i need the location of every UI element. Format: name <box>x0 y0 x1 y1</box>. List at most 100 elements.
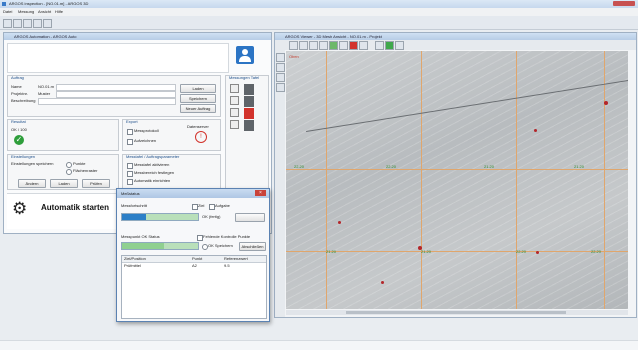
side-tool-3-icon[interactable] <box>276 73 285 82</box>
user-icon[interactable] <box>236 46 254 64</box>
menu-bar: Datei Messung Ansicht Hilfe <box>0 8 638 16</box>
menu-item-datei[interactable]: Datei <box>3 9 12 14</box>
color-tool-icon[interactable] <box>349 41 358 50</box>
pan-tool-icon[interactable] <box>319 41 328 50</box>
grid-tool-icon[interactable] <box>339 41 348 50</box>
laden-button[interactable]: Laden <box>180 84 216 93</box>
messtafel-item-3: Automatik einrichten <box>134 178 171 183</box>
defect-marker <box>381 281 384 284</box>
table-header: Ziel/Position Punkt Referenzwert <box>122 256 266 263</box>
save-icon[interactable] <box>23 19 32 28</box>
menu-item-messung[interactable]: Messung <box>18 9 34 14</box>
table-cell: 9.5 <box>224 263 230 268</box>
aufzeichnen-label: Aufzeichnen <box>134 138 157 143</box>
app-title-bar: ARGOS inspection - [NO.01.m] - ARGOS 3D <box>0 0 638 8</box>
export-tool-icon[interactable] <box>359 41 368 50</box>
projektnr-field[interactable] <box>56 91 176 98</box>
defect-marker <box>338 221 341 224</box>
menu-item-hilfe[interactable]: Hilfe <box>55 9 63 14</box>
table-header-cell: Referenzwert <box>224 256 248 261</box>
laden-settings-button[interactable]: Laden <box>50 179 78 188</box>
scrollbar-thumb[interactable] <box>346 311 566 314</box>
side-control-1[interactable] <box>230 84 239 93</box>
measure-label-3: 21.20 <box>484 164 495 169</box>
grid-line-v3 <box>516 51 517 309</box>
name-field[interactable] <box>56 84 176 91</box>
progress-bar <box>121 213 199 221</box>
beschreibung-field[interactable] <box>38 98 176 105</box>
punkte-label: Punkte <box>73 161 86 166</box>
ok-fertig-button[interactable] <box>235 213 265 222</box>
print-icon[interactable] <box>33 19 42 28</box>
side-control-3[interactable] <box>230 108 239 117</box>
table-cell: Prüfmittel <box>124 263 141 268</box>
side-tool-1-icon[interactable] <box>276 53 285 62</box>
pruefen-button[interactable]: Prüfen <box>82 179 110 188</box>
projektnr-value: Muster <box>38 91 51 96</box>
abschliessen-button[interactable]: Abschließen <box>239 242 266 251</box>
viewer-scrollbar[interactable] <box>286 310 628 315</box>
zoom-tool-icon[interactable] <box>309 41 318 50</box>
side-red-button[interactable] <box>244 108 254 119</box>
view-tool-icon[interactable] <box>375 41 384 50</box>
messtafel-group: Messtafel / Auftragsparameter Messtafel … <box>122 154 221 190</box>
mesh-texture <box>286 51 628 309</box>
table-cell: A2 <box>192 263 197 268</box>
start-automatik-button[interactable]: Automatik starten <box>41 203 109 212</box>
viewer-toolbar <box>275 40 636 50</box>
new-icon[interactable] <box>3 19 12 28</box>
measure-label-8: 22.20 <box>591 249 602 254</box>
viewer-title: ARGOS Viewer - 3D Mesh Ansicht - NO.01.m… <box>275 33 636 40</box>
dialog-title-bar: Meßstatus × <box>117 189 269 198</box>
viewer-window: ARGOS Viewer - 3D Mesh Ansicht - NO.01.m… <box>274 32 637 318</box>
aufzeichnen-checkbox[interactable] <box>127 139 133 145</box>
open-icon[interactable] <box>13 19 22 28</box>
messtafel-checkbox-2[interactable] <box>127 171 133 177</box>
side-gray-button-1[interactable] <box>244 84 254 95</box>
rotate-tool-icon[interactable] <box>299 41 308 50</box>
gear-icon[interactable]: ⚙ <box>12 200 27 218</box>
help-icon[interactable] <box>43 19 52 28</box>
ok-speichern-label: OK Speichern <box>208 243 233 248</box>
messprotokoll-label: Messprotokoll <box>134 128 159 133</box>
measure-label-7: 22.20 <box>516 249 527 254</box>
measure-label-2: 22.20 <box>386 164 397 169</box>
window-controls[interactable] <box>613 1 635 6</box>
side-tool-4-icon[interactable] <box>276 83 285 92</box>
projektnr-label: Projektnr. <box>11 91 28 96</box>
fortschritt-label: Messfortschritt <box>121 203 148 208</box>
neuer-auftrag-button[interactable]: Neuer Auftrag <box>180 104 216 113</box>
green-tool-icon[interactable] <box>385 41 394 50</box>
messprotokoll-checkbox[interactable] <box>127 129 133 135</box>
select-tool-icon[interactable] <box>289 41 298 50</box>
messtafel-checkbox-1[interactable] <box>127 163 133 169</box>
datenserver-label: Datenserver <box>187 124 209 129</box>
messtafel-checkbox-3[interactable] <box>127 179 133 185</box>
measure-label-1: 22.20 <box>294 164 305 169</box>
menu-item-ansicht[interactable]: Ansicht <box>38 9 51 14</box>
measure-tool-icon[interactable] <box>329 41 338 50</box>
table-row[interactable]: Prüfmittel A2 9.5 <box>122 263 266 269</box>
punkte-radio[interactable] <box>66 162 72 168</box>
side-control-4[interactable] <box>230 120 239 129</box>
status-dialog: Meßstatus × Messfortschritt Ziel Aufgabe… <box>116 188 270 322</box>
mesh-canvas[interactable]: Oben 22.20 22.20 21.20 21.20 21.20 21.20… <box>286 51 628 309</box>
side-gray-button-3[interactable] <box>244 120 254 131</box>
layer-tool-icon[interactable] <box>395 41 404 50</box>
side-gray-button-2[interactable] <box>244 96 254 107</box>
einstellungen-title: Einstellungen <box>11 154 36 159</box>
app-title: ARGOS inspection - [NO.01.m] - ARGOS 3D <box>9 1 89 6</box>
ok-check-icon: ✓ <box>14 135 24 145</box>
dialog-close-button[interactable]: × <box>255 190 266 196</box>
resultat-group: Resultat OK / 100 ✓ <box>7 119 119 151</box>
resultat-value: OK / 100 <box>11 127 27 132</box>
table-header-cell: Ziel/Position <box>124 256 146 261</box>
side-tool-2-icon[interactable] <box>276 63 285 72</box>
flaechenraster-radio[interactable] <box>66 169 72 175</box>
aendern-button[interactable]: Ändern <box>18 179 46 188</box>
defect-marker <box>536 251 539 254</box>
side-control-2[interactable] <box>230 96 239 105</box>
einstellungen-group: Einstellungen Einstellungen speichern Pu… <box>7 154 119 190</box>
app-icon <box>2 2 6 6</box>
speichern-button[interactable]: Speichern <box>180 94 216 103</box>
